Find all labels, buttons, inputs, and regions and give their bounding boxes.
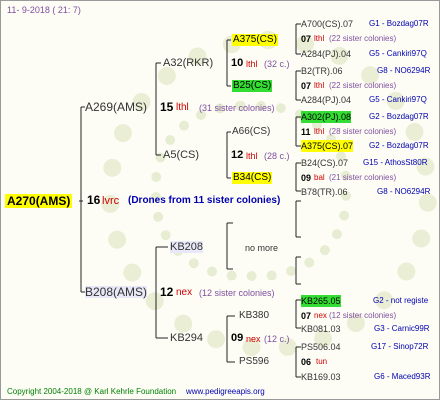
gen4-note: (22 sister colonies) xyxy=(329,34,397,43)
root-queen-id: A270(AMS) xyxy=(5,194,73,208)
gen4-note: (12 sister colonies) xyxy=(329,311,397,320)
pedigree-frame: 11- 9-2018 ( 21: 7) A270(AMS) 16 lvrc (D… xyxy=(0,0,440,400)
gen4-reference: G2 - Bozdag07R xyxy=(369,141,429,150)
gen2-queen-id: A5(CS) xyxy=(163,149,200,161)
gen4-reference: G17 - Sinop72R xyxy=(371,342,429,351)
gen4-queen-id: KB081.03 xyxy=(301,324,341,334)
gen1-queen-id: B208(AMS) xyxy=(85,285,148,299)
gen2-generation: 10 xyxy=(231,57,244,69)
gen4-queen-id: KB265.05 xyxy=(301,295,341,307)
gen4-queen-id: A375(CS).07 xyxy=(301,140,354,152)
root-yard: lvrc xyxy=(102,195,120,207)
gen4-note: (22 sister colonies) xyxy=(329,81,397,90)
gen4-reference: G1 - Bozdag07R xyxy=(369,19,429,28)
gen3-queen-id: A66(CS) xyxy=(232,126,271,137)
gen4-queen-id: B2(TR).06 xyxy=(301,66,343,76)
gen4-queen-id: A302(PJ).08 xyxy=(301,111,352,123)
gen4-reference: G5 - Cankiri97Q xyxy=(369,95,427,104)
gen3-queen-id: A375(CS) xyxy=(232,34,278,46)
gen1-generation: 15 xyxy=(160,100,174,114)
gen2-queen-id: A32(RKR) xyxy=(163,57,214,69)
gen1-note: (12 sister colonies) xyxy=(199,288,275,298)
gen3-queen-id: PS596 xyxy=(239,356,270,367)
gen3-queen-id: B25(CS) xyxy=(232,80,273,92)
gen2-note: (32 c.) xyxy=(264,59,290,69)
gen4-reference: G2 - Bozdag07R xyxy=(369,112,429,121)
gen4-note: (28 sister colonies) xyxy=(329,127,397,136)
gen2-note: (28 c.) xyxy=(264,151,290,161)
gen4-reference: G15 - AthosSt80R xyxy=(363,158,428,167)
gen4-queen-id: A284(PJ).04 xyxy=(301,49,352,59)
gen4-yard: lthl xyxy=(314,34,325,43)
gen4-yard: nex xyxy=(314,311,327,320)
gen2-yard: nex xyxy=(246,334,261,344)
gen4-yard: bal xyxy=(314,173,325,182)
gen1-note: (31 sister colonies) xyxy=(199,103,275,113)
gen4-generation: 07 xyxy=(301,311,312,321)
root-generation: 16 xyxy=(87,193,101,207)
gen4-yard: tun xyxy=(316,357,328,366)
gen1-yard: lthl xyxy=(176,102,189,113)
gen2-queen-id: KB208 xyxy=(170,241,204,253)
gen4-yard: lthl xyxy=(314,81,325,90)
gen4-reference: G5 - Cankiri97Q xyxy=(369,49,427,58)
gen4-reference: G8 - NO6294R xyxy=(377,187,431,196)
gen1-yard: nex xyxy=(176,287,193,298)
gen4-reference: G6 - Maced93R xyxy=(374,372,431,381)
gen4-queen-id: A700(CS).07 xyxy=(301,19,354,29)
gen4-queen-id: KB169.03 xyxy=(301,372,341,382)
gen4-queen-id: B24(CS).07 xyxy=(301,158,349,168)
gen4-reference: G8 - NO6294R xyxy=(377,66,431,75)
gen4-generation: 07 xyxy=(301,34,312,44)
gen2-yard: lthl xyxy=(246,59,258,69)
gen3-queen-id: B34(CS) xyxy=(232,172,273,184)
gen2-generation: 09 xyxy=(231,332,244,344)
date-stamp: 11- 9-2018 ( 21: 7) xyxy=(7,5,81,15)
site-url[interactable]: www.pedigreeapis.org xyxy=(186,386,265,398)
gen4-queen-id: PS506.04 xyxy=(301,342,341,352)
gen4-queen-id: A284(PJ).04 xyxy=(301,95,352,105)
gen4-reference: G3 - Carnic99R xyxy=(374,324,430,333)
gen2-queen-id: KB294 xyxy=(170,332,204,344)
root-drone-note: (Drones from 11 sister colonies) xyxy=(128,195,281,206)
gen2-note: (12 c.) xyxy=(264,334,290,344)
gen1-queen-id: A269(AMS) xyxy=(85,100,148,114)
gen4-generation: 11 xyxy=(301,127,311,137)
gen4-generation: 09 xyxy=(301,173,312,183)
gen4-reference: G2 - not registe xyxy=(373,296,429,305)
no-more-note: no more xyxy=(245,243,279,253)
gen3-queen-id: KB380 xyxy=(239,310,270,321)
gen4-generation: 06 xyxy=(301,357,312,367)
gen4-queen-id: B78(TR).06 xyxy=(301,187,348,197)
gen1-generation: 12 xyxy=(160,285,174,299)
gen4-note: (21 sister colonies) xyxy=(329,173,397,182)
gen2-generation: 12 xyxy=(231,149,244,161)
gen4-yard: lthl xyxy=(314,127,325,136)
gen4-generation: 07 xyxy=(301,81,312,91)
gen2-yard: lthl xyxy=(246,151,258,161)
copyright-text: Copyright 2004-2018 @ Karl Kehrle Founda… xyxy=(7,387,177,396)
